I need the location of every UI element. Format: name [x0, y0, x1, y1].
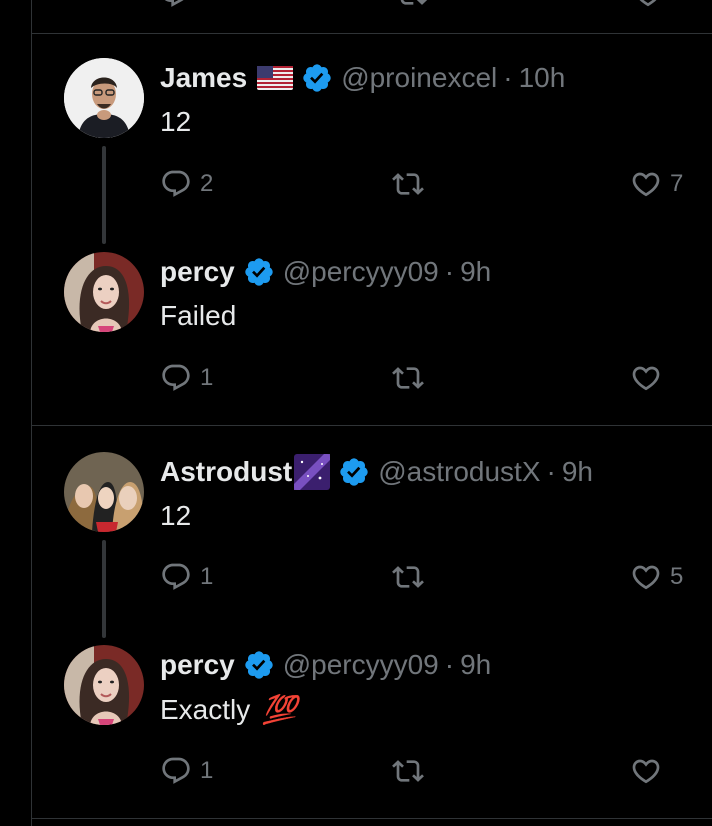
tweet-text-content: Exactly — [160, 694, 251, 725]
tweet-header: James @proinexcel · 10h — [160, 61, 565, 95]
reply-icon — [162, 364, 190, 391]
like-button[interactable] — [630, 362, 662, 394]
retweet-button[interactable] — [392, 755, 424, 787]
verified-badge-icon — [245, 258, 273, 286]
user-handle[interactable]: @proinexcel — [341, 62, 497, 94]
tweet-actions: 1 5 — [160, 561, 700, 597]
reply-icon[interactable] — [158, 0, 190, 10]
tweet-text: Failed — [160, 300, 237, 331]
hundred-points-emoji: 💯 — [262, 694, 297, 725]
avatar-james[interactable] — [64, 58, 144, 138]
reply-count: 1 — [200, 563, 214, 590]
user-handle[interactable]: @astrodustX — [378, 456, 540, 488]
like-count: 5 — [670, 563, 684, 590]
reply-count: 2 — [200, 170, 214, 197]
separator: · — [444, 649, 455, 680]
user-handle[interactable]: @percyyy09 — [283, 256, 439, 288]
retweet-button[interactable] — [392, 561, 424, 593]
tweet-actions: 2 7 — [160, 168, 700, 204]
tweet-divider — [32, 818, 712, 819]
like-count: 7 — [670, 170, 684, 197]
like-button[interactable]: 5 — [630, 561, 683, 593]
previous-tweet-actions — [32, 0, 712, 33]
timeline-left-border — [31, 0, 32, 826]
reply-icon — [162, 170, 190, 197]
retweet-icon — [392, 173, 424, 195]
milky-way-emoji-icon — [294, 454, 331, 490]
like-button[interactable]: 7 — [630, 168, 683, 200]
retweet-button[interactable] — [392, 168, 424, 200]
timestamp[interactable]: 9h — [460, 256, 491, 288]
like-icon[interactable] — [632, 0, 664, 10]
timestamp[interactable]: 9h — [562, 456, 593, 488]
user-handle[interactable]: @percyyy09 — [283, 649, 439, 681]
verified-badge-icon — [245, 651, 273, 679]
like-icon — [632, 565, 660, 590]
timestamp[interactable]: 10h — [519, 62, 566, 94]
verified-badge-icon — [303, 64, 331, 92]
reply-icon — [162, 757, 190, 784]
reply-icon — [162, 563, 190, 590]
separator: · — [546, 456, 556, 487]
tweet-actions: 1 — [160, 755, 700, 791]
like-icon — [632, 366, 660, 391]
reply-button[interactable]: 1 — [160, 362, 213, 394]
avatar-astrodust[interactable] — [64, 452, 144, 532]
tweet-actions: 1 — [160, 362, 700, 398]
us-flag-icon — [257, 66, 294, 90]
reply-count: 1 — [200, 757, 214, 784]
thread-line — [102, 146, 106, 244]
verified-badge-icon — [340, 458, 368, 486]
avatar-percy[interactable] — [64, 645, 144, 725]
tweet-text: Exactly 💯 — [160, 693, 297, 726]
retweet-icon — [392, 367, 424, 389]
retweet-icon — [392, 566, 424, 588]
like-icon — [632, 759, 660, 784]
tweet-header: percy @percyyy09 · 9h — [160, 648, 491, 682]
tweet-header: Astrodust @astrodustX · 9h — [160, 454, 593, 490]
tweet-divider — [32, 33, 712, 34]
retweet-icon — [392, 760, 424, 782]
reply-button[interactable]: 2 — [160, 168, 213, 200]
tweet-divider — [32, 425, 712, 426]
tweet-text: 12 — [160, 106, 192, 137]
thread-line — [102, 540, 106, 638]
tweet-text: 12 — [160, 500, 192, 531]
display-name[interactable]: percy — [160, 649, 235, 681]
retweet-icon[interactable] — [396, 0, 428, 10]
like-icon — [632, 172, 660, 197]
display-name[interactable]: Astrodust — [160, 456, 292, 488]
timestamp[interactable]: 9h — [460, 649, 491, 681]
like-button[interactable] — [630, 755, 662, 787]
reply-button[interactable]: 1 — [160, 561, 213, 593]
reply-button[interactable]: 1 — [160, 755, 213, 787]
avatar-percy[interactable] — [64, 252, 144, 332]
display-name[interactable]: percy — [160, 256, 235, 288]
reply-count: 1 — [200, 364, 214, 391]
retweet-button[interactable] — [392, 362, 424, 394]
display-name[interactable]: James — [160, 62, 247, 94]
separator: · — [503, 62, 513, 93]
tweet-header: percy @percyyy09 · 9h — [160, 255, 491, 289]
separator: · — [444, 256, 455, 287]
